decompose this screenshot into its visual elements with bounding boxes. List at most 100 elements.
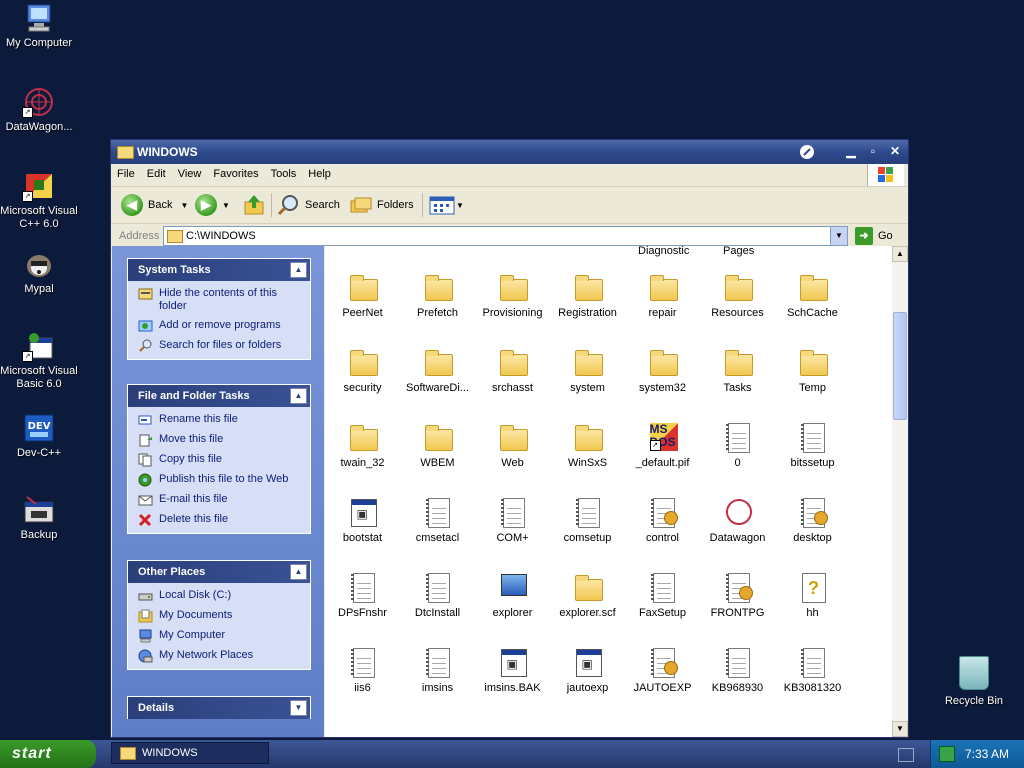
task-publish-web[interactable]: Publish this file to the Web bbox=[138, 473, 304, 487]
file-item[interactable]: explorer.scf bbox=[550, 571, 625, 619]
help-context-icon[interactable] bbox=[798, 144, 816, 160]
file-item[interactable]: twain_32 bbox=[325, 421, 400, 469]
file-item[interactable]: desktop bbox=[775, 496, 850, 544]
desktop-icon-my-computer[interactable]: My Computer bbox=[0, 2, 78, 50]
file-item[interactable]: jautoexp bbox=[550, 646, 625, 694]
menu-favorites[interactable]: Favorites bbox=[207, 164, 264, 180]
maximize-button[interactable]: ▫ bbox=[864, 144, 882, 160]
vertical-scrollbar[interactable]: ▲ ▼ bbox=[892, 246, 908, 737]
chevron-down-icon[interactable]: ▼ bbox=[456, 201, 464, 210]
forward-button[interactable]: ▶ ▼ bbox=[195, 193, 230, 217]
file-item[interactable]: Prefetch bbox=[400, 271, 475, 319]
file-item[interactable]: cmsetacl bbox=[400, 496, 475, 544]
views-button[interactable]: ▼ bbox=[429, 193, 464, 217]
desktop-icon-dev-cpp[interactable]: DEV Dev-C++ bbox=[0, 412, 78, 460]
chevron-down-icon[interactable]: ▼ bbox=[180, 201, 188, 210]
file-item[interactable]: Web bbox=[475, 421, 550, 469]
file-item[interactable]: Provisioning bbox=[475, 271, 550, 319]
place-local-disk[interactable]: Local Disk (C:) bbox=[138, 589, 304, 603]
chevron-down-icon[interactable]: ▼ bbox=[222, 201, 230, 210]
title-bar[interactable]: WINDOWS ▁ ▫ ✕ bbox=[111, 140, 908, 164]
file-item[interactable]: Resources bbox=[700, 271, 775, 319]
close-button[interactable]: ✕ bbox=[886, 144, 904, 160]
address-input[interactable]: C:\WINDOWS ▼ bbox=[163, 226, 848, 246]
file-item[interactable]: system32 bbox=[625, 346, 700, 394]
expand-icon[interactable]: ▼ bbox=[290, 700, 307, 716]
task-copy-file[interactable]: Copy this file bbox=[138, 453, 304, 467]
file-item[interactable]: Temp bbox=[775, 346, 850, 394]
file-item[interactable]: imsins bbox=[400, 646, 475, 694]
address-dropdown-button[interactable]: ▼ bbox=[830, 227, 847, 245]
task-delete-file[interactable]: Delete this file bbox=[138, 513, 304, 527]
minimize-button[interactable]: ▁ bbox=[842, 144, 860, 160]
panel-header[interactable]: System Tasks ▲ bbox=[127, 258, 311, 281]
desktop-icon-datawagon[interactable]: ↗ DataWagon... bbox=[0, 86, 78, 134]
folders-button[interactable]: Folders bbox=[349, 193, 414, 217]
file-item[interactable]: JAUTOEXP bbox=[625, 646, 700, 694]
desktop-icon-visual-basic[interactable]: ↗ Microsoft Visual Basic 6.0 bbox=[0, 330, 78, 391]
file-item[interactable]: DtcInstall bbox=[400, 571, 475, 619]
file-item[interactable]: SoftwareDi... bbox=[400, 346, 475, 394]
collapse-icon[interactable]: ▲ bbox=[290, 388, 307, 404]
file-item[interactable]: repair bbox=[625, 271, 700, 319]
file-item[interactable]: control bbox=[625, 496, 700, 544]
place-my-network-places[interactable]: My Network Places bbox=[138, 649, 304, 663]
taskbar-item-windows[interactable]: WINDOWS bbox=[111, 742, 269, 764]
clock[interactable]: 7:33 AM bbox=[965, 747, 1009, 761]
file-item[interactable]: 0 bbox=[700, 421, 775, 469]
task-move-file[interactable]: Move this file bbox=[138, 433, 304, 447]
up-folder-button[interactable] bbox=[243, 193, 265, 217]
desktop-icon-visual-cpp[interactable]: ↗ Microsoft Visual C++ 6.0 bbox=[0, 170, 78, 231]
file-item[interactable]: comsetup bbox=[550, 496, 625, 544]
file-item[interactable]: FaxSetup bbox=[625, 571, 700, 619]
place-my-documents[interactable]: My Documents bbox=[138, 609, 304, 623]
start-button[interactable]: start bbox=[0, 740, 96, 768]
file-item[interactable]: srchasst bbox=[475, 346, 550, 394]
network-tray-icon[interactable] bbox=[939, 746, 955, 762]
keyboard-icon[interactable] bbox=[898, 748, 914, 762]
desktop-icon-backup[interactable]: Backup bbox=[0, 494, 78, 542]
menu-help[interactable]: Help bbox=[302, 164, 337, 180]
task-email-file[interactable]: E-mail this file bbox=[138, 493, 304, 507]
file-item[interactable]: Datawagon bbox=[700, 496, 775, 544]
task-rename-file[interactable]: Rename this file bbox=[138, 413, 304, 427]
file-item[interactable]: Registration bbox=[550, 271, 625, 319]
file-item[interactable]: MS DOS ↗ _default.pif bbox=[625, 421, 700, 470]
menu-tools[interactable]: Tools bbox=[265, 164, 303, 180]
scroll-thumb[interactable] bbox=[893, 312, 907, 420]
file-item[interactable]: security bbox=[325, 346, 400, 394]
file-item[interactable]: iis6 bbox=[325, 646, 400, 694]
file-item[interactable]: ? hh bbox=[775, 571, 850, 619]
panel-header[interactable]: Details ▼ bbox=[127, 696, 311, 719]
file-item[interactable]: COM+ bbox=[475, 496, 550, 544]
file-item[interactable]: explorer bbox=[475, 571, 550, 619]
file-item[interactable]: SchCache bbox=[775, 271, 850, 319]
file-item[interactable]: FRONTPG bbox=[700, 571, 775, 619]
back-button[interactable]: ◀ Back ▼ bbox=[121, 193, 188, 217]
place-my-computer[interactable]: My Computer bbox=[138, 629, 304, 643]
search-button[interactable]: Search bbox=[277, 193, 340, 217]
collapse-icon[interactable]: ▲ bbox=[290, 564, 307, 580]
panel-header[interactable]: File and Folder Tasks ▲ bbox=[127, 384, 311, 407]
file-item[interactable]: imsins.BAK bbox=[475, 646, 550, 694]
menu-edit[interactable]: Edit bbox=[141, 164, 172, 180]
menu-view[interactable]: View bbox=[172, 164, 208, 180]
scroll-up-button[interactable]: ▲ bbox=[892, 246, 908, 262]
task-add-remove-programs[interactable]: Add or remove programs bbox=[138, 319, 304, 333]
file-item[interactable]: WinSxS bbox=[550, 421, 625, 469]
panel-header[interactable]: Other Places ▲ bbox=[127, 560, 311, 583]
file-item[interactable]: KB3081320 bbox=[775, 646, 850, 694]
go-button[interactable]: ➜ Go bbox=[855, 227, 893, 245]
file-item[interactable]: bitssetup bbox=[775, 421, 850, 469]
collapse-icon[interactable]: ▲ bbox=[290, 262, 307, 278]
file-item[interactable]: KB968930 bbox=[700, 646, 775, 694]
file-item[interactable]: Tasks bbox=[700, 346, 775, 394]
menu-file[interactable]: File bbox=[111, 164, 141, 180]
desktop-icon-recycle-bin[interactable]: Recycle Bin bbox=[940, 656, 1008, 707]
task-hide-contents[interactable]: Hide the contents of this folder bbox=[138, 287, 304, 313]
file-item[interactable]: WBEM bbox=[400, 421, 475, 469]
file-item[interactable]: bootstat bbox=[325, 496, 400, 544]
scroll-down-button[interactable]: ▼ bbox=[892, 721, 908, 737]
file-item[interactable]: system bbox=[550, 346, 625, 394]
file-item[interactable]: DPsFnshr bbox=[325, 571, 400, 619]
